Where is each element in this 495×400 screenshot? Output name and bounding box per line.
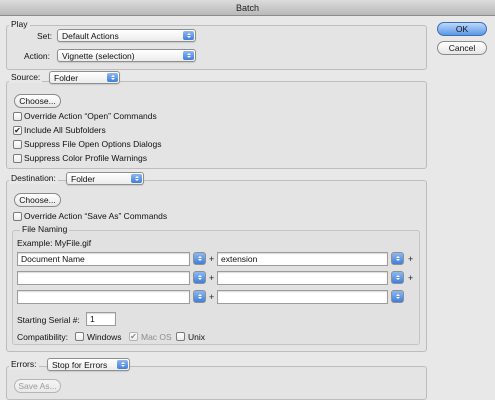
ok-button[interactable]: OK [437,22,487,36]
popup-arrows-icon [183,51,194,60]
override-open-label: Override Action “Open” Commands [24,111,157,121]
naming-menu-6-icon[interactable] [391,290,404,303]
destination-choose-button[interactable]: Choose... [14,193,61,207]
suppress-color-warnings-checkbox[interactable] [13,154,22,163]
source-choose-button[interactable]: Choose... [14,94,61,108]
popup-arrows-icon [131,174,142,183]
destination-popup[interactable]: Folder [66,172,144,185]
suppress-open-dialogs-checkbox[interactable] [13,140,22,149]
action-popup[interactable]: Vignette (selection) [57,49,196,62]
errors-label: Errors: [9,359,39,370]
naming-field-6[interactable] [217,290,388,304]
compat-macos-label: Mac OS [141,332,172,342]
popup-arrows-icon [117,360,128,369]
plus-sign: + [209,292,215,302]
cancel-button[interactable]: Cancel [437,41,487,55]
naming-menu-5-icon[interactable] [193,290,206,303]
compat-windows-checkbox[interactable] [75,332,84,341]
window-title: Batch [0,0,495,16]
set-label: Set: [37,31,53,41]
destination-label: Destination: [9,173,58,184]
popup-arrows-icon [183,31,194,40]
naming-field-4[interactable] [217,271,388,285]
plus-sign: + [408,273,414,283]
naming-menu-4-icon[interactable] [391,271,404,284]
starting-serial-label: Starting Serial #: [17,315,80,325]
include-subfolders-checkbox[interactable]: ✔ [13,126,22,135]
play-group-label: Play [9,19,30,30]
naming-field-2[interactable]: extension [217,252,388,266]
compat-macos-checkbox[interactable]: ✔ [129,332,138,341]
popup-arrows-icon [107,73,118,82]
override-open-checkbox[interactable] [13,112,22,121]
plus-sign: + [209,273,215,283]
naming-field-5[interactable] [17,290,190,304]
compat-windows-label: Windows [87,332,122,342]
save-as-button[interactable]: Save As... [14,379,61,393]
set-popup-value: Default Actions [62,30,119,41]
suppress-color-warnings-label: Suppress Color Profile Warnings [24,153,147,163]
compat-unix-checkbox[interactable] [176,332,185,341]
override-save-as-label: Override Action “Save As” Commands [24,211,168,221]
compat-unix-label: Unix [188,332,206,342]
naming-menu-1-icon[interactable] [193,252,206,265]
naming-menu-3-icon[interactable] [193,271,206,284]
include-subfolders-label: Include All Subfolders [24,125,106,135]
suppress-open-dialogs-label: Suppress File Open Options Dialogs [24,139,162,149]
plus-sign: + [408,254,414,264]
source-label: Source: [9,72,43,83]
naming-field-1[interactable]: Document Name [17,252,190,266]
compatibility-label: Compatibility: [17,332,69,342]
naming-menu-2-icon[interactable] [391,252,404,265]
starting-serial-field[interactable]: 1 [86,312,116,326]
errors-popup[interactable]: Stop for Errors [47,358,130,371]
override-save-as-checkbox[interactable] [13,212,22,221]
naming-field-3[interactable] [17,271,190,285]
errors-group [6,366,427,400]
set-popup[interactable]: Default Actions [57,29,196,42]
action-popup-value: Vignette (selection) [62,50,135,61]
plus-sign: + [209,254,215,264]
file-naming-label: File Naming [20,224,70,235]
file-naming-example: Example: MyFile.gif [17,238,92,248]
action-label: Action: [24,51,50,61]
source-popup[interactable]: Folder [49,71,120,84]
